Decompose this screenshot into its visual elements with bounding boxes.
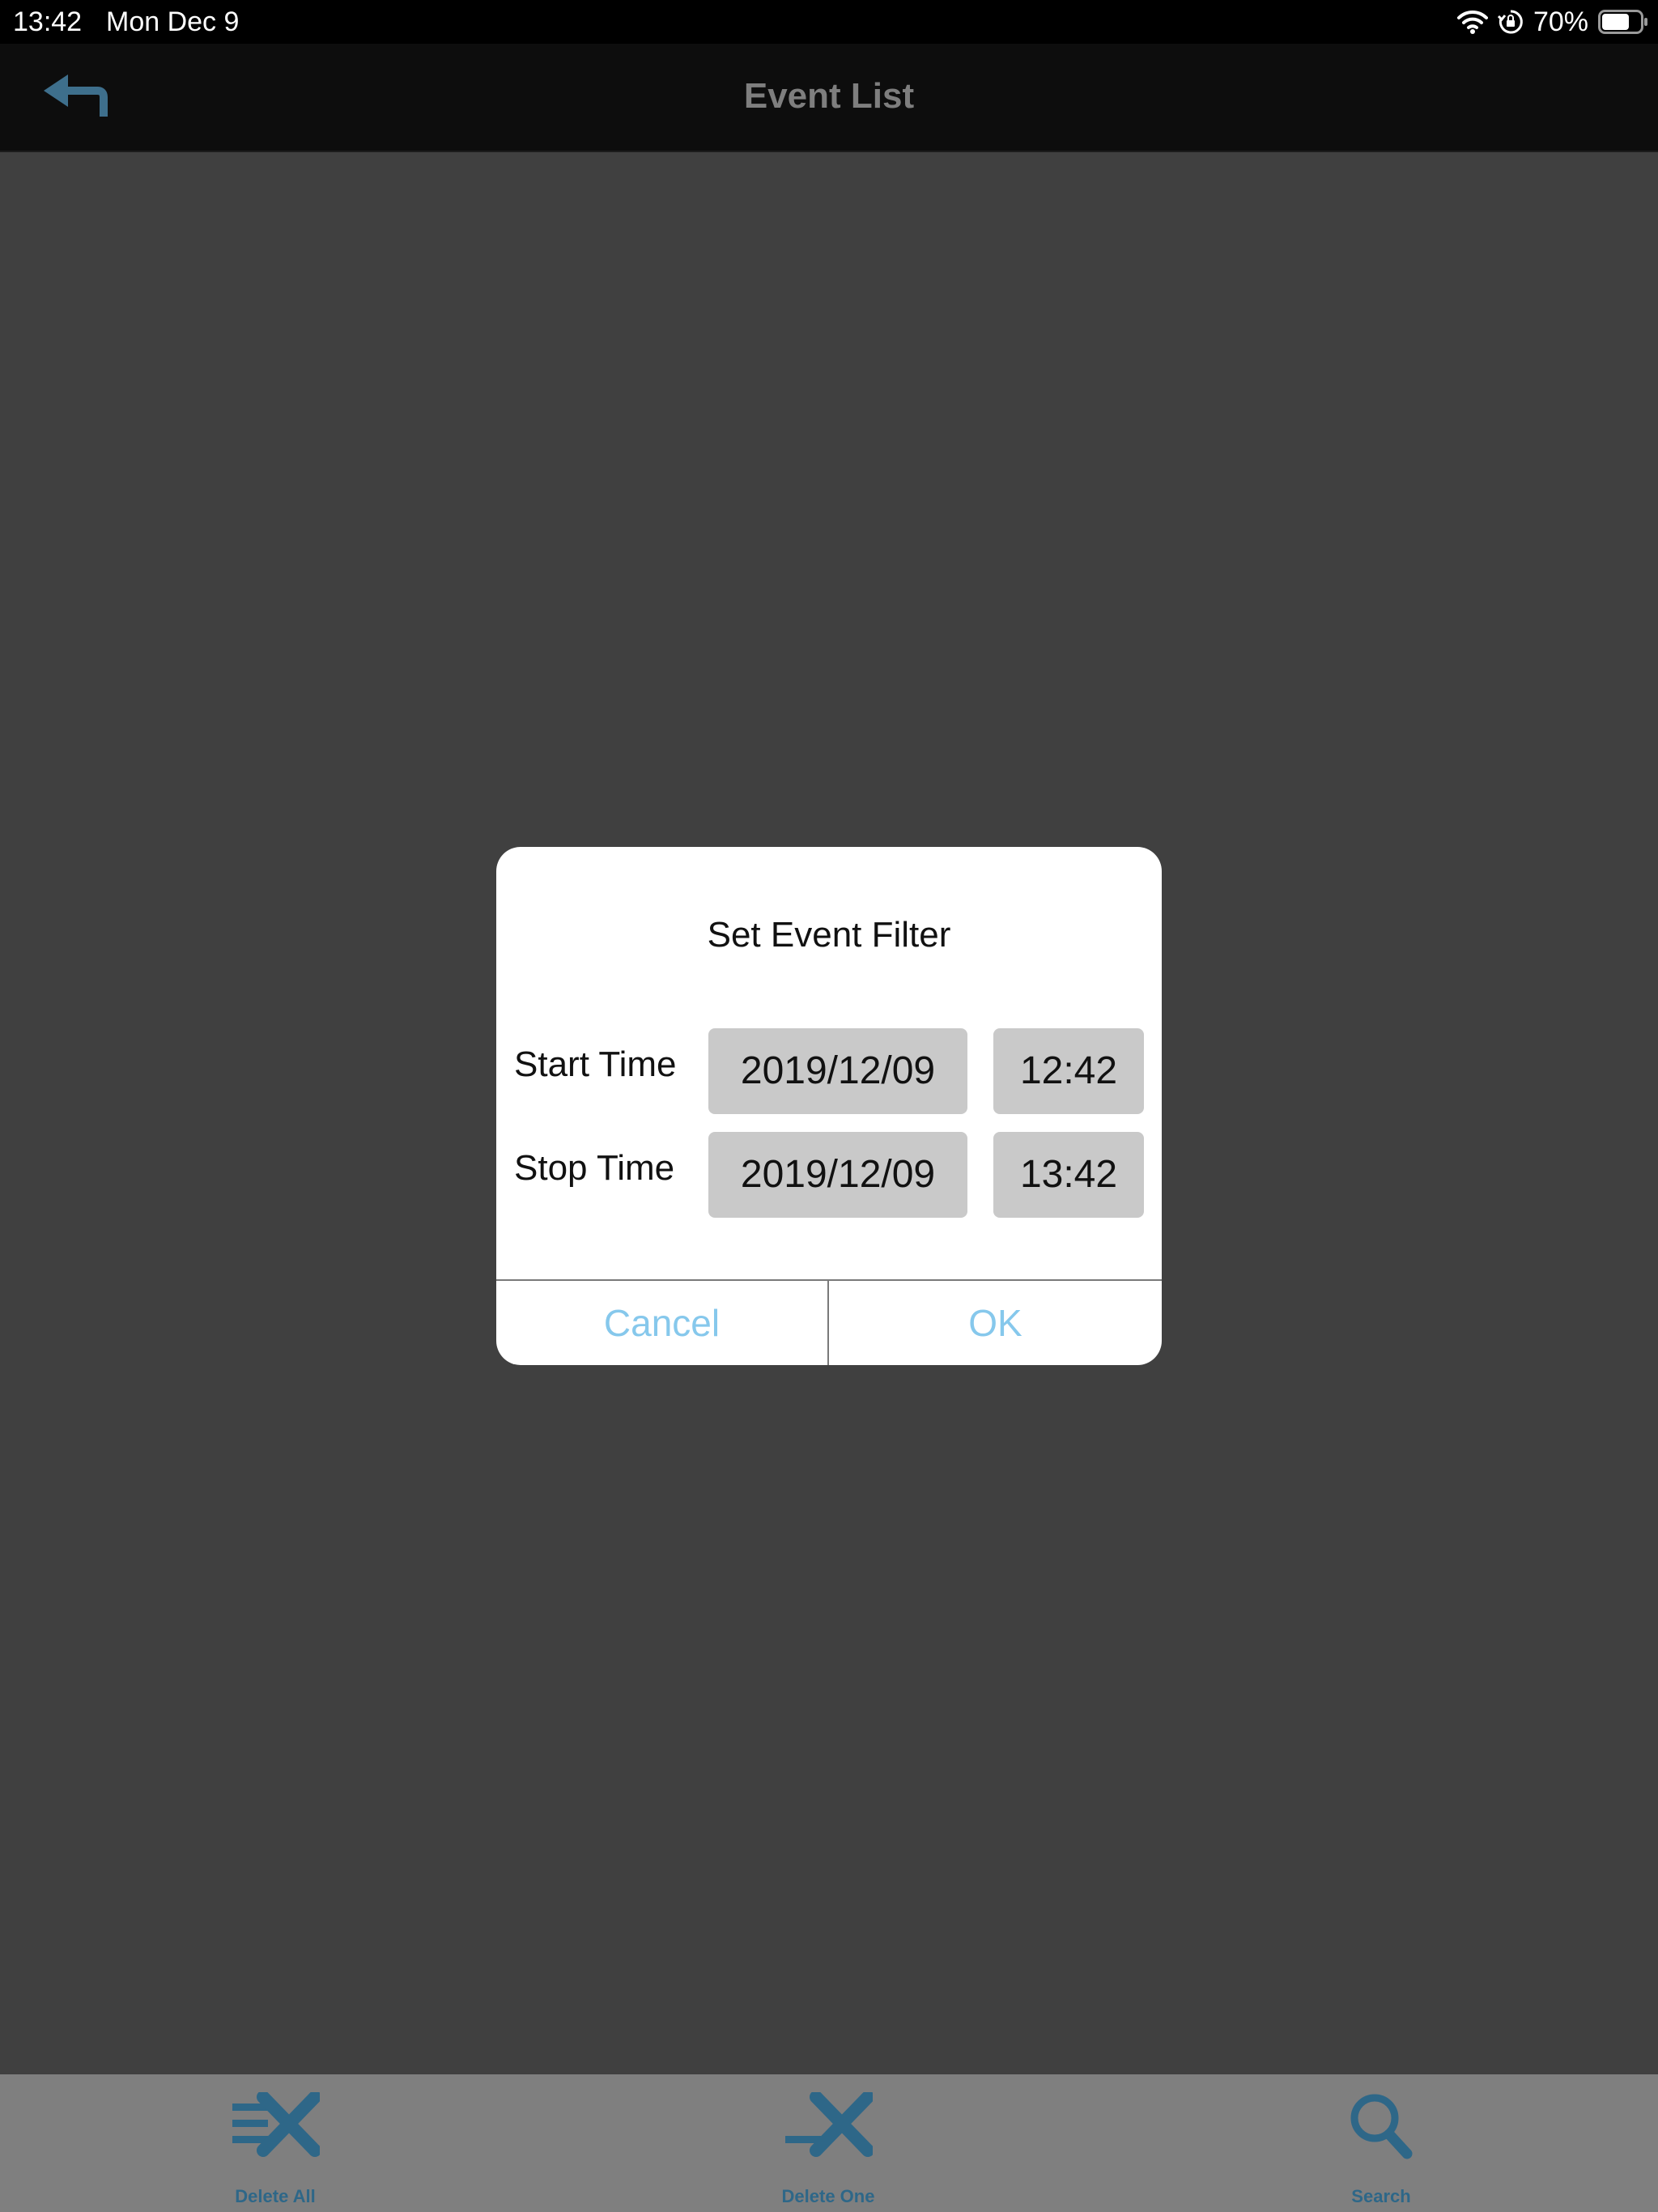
start-time-label: Start Time	[514, 1044, 677, 1084]
page-title: Event List	[743, 76, 915, 116]
bottom-toolbar: Delete All Delete One Search	[0, 2074, 1658, 2212]
ok-button[interactable]: OK	[829, 1281, 1162, 1365]
battery-percent: 70%	[1533, 6, 1588, 37]
stop-date-picker[interactable]: 2019/12/09	[708, 1132, 967, 1218]
stop-time-label: Stop Time	[514, 1148, 675, 1188]
delete-all-icon	[232, 2092, 320, 2157]
status-time: 13:42	[13, 6, 83, 37]
delete-one-button[interactable]: Delete One	[731, 2074, 925, 2212]
battery-icon	[1598, 10, 1648, 34]
event-filter-dialog: Set Event Filter Start Time 2019/12/09 1…	[496, 847, 1162, 1365]
delete-all-label: Delete All	[235, 2186, 316, 2206]
nav-bar: Event List	[0, 44, 1658, 152]
delete-one-label: Delete One	[781, 2186, 875, 2206]
search-button[interactable]: Search	[1284, 2074, 1478, 2212]
status-date: Mon Dec 9	[106, 6, 240, 37]
status-bar: 13:42 Mon Dec 9 70%	[0, 0, 1658, 44]
search-label: Search	[1351, 2186, 1411, 2206]
wifi-icon	[1456, 10, 1488, 34]
stop-time-picker[interactable]: 13:42	[993, 1132, 1144, 1218]
search-icon	[1350, 2094, 1413, 2159]
start-date-picker[interactable]: 2019/12/09	[708, 1028, 967, 1114]
status-icons: 70%	[1456, 5, 1648, 39]
delete-one-icon	[785, 2092, 873, 2157]
cancel-button[interactable]: Cancel	[496, 1281, 827, 1365]
dialog-title: Set Event Filter	[707, 915, 951, 955]
orientation-lock-icon	[1497, 9, 1524, 35]
delete-all-button[interactable]: Delete All	[178, 2074, 372, 2212]
start-time-picker[interactable]: 12:42	[993, 1028, 1144, 1114]
